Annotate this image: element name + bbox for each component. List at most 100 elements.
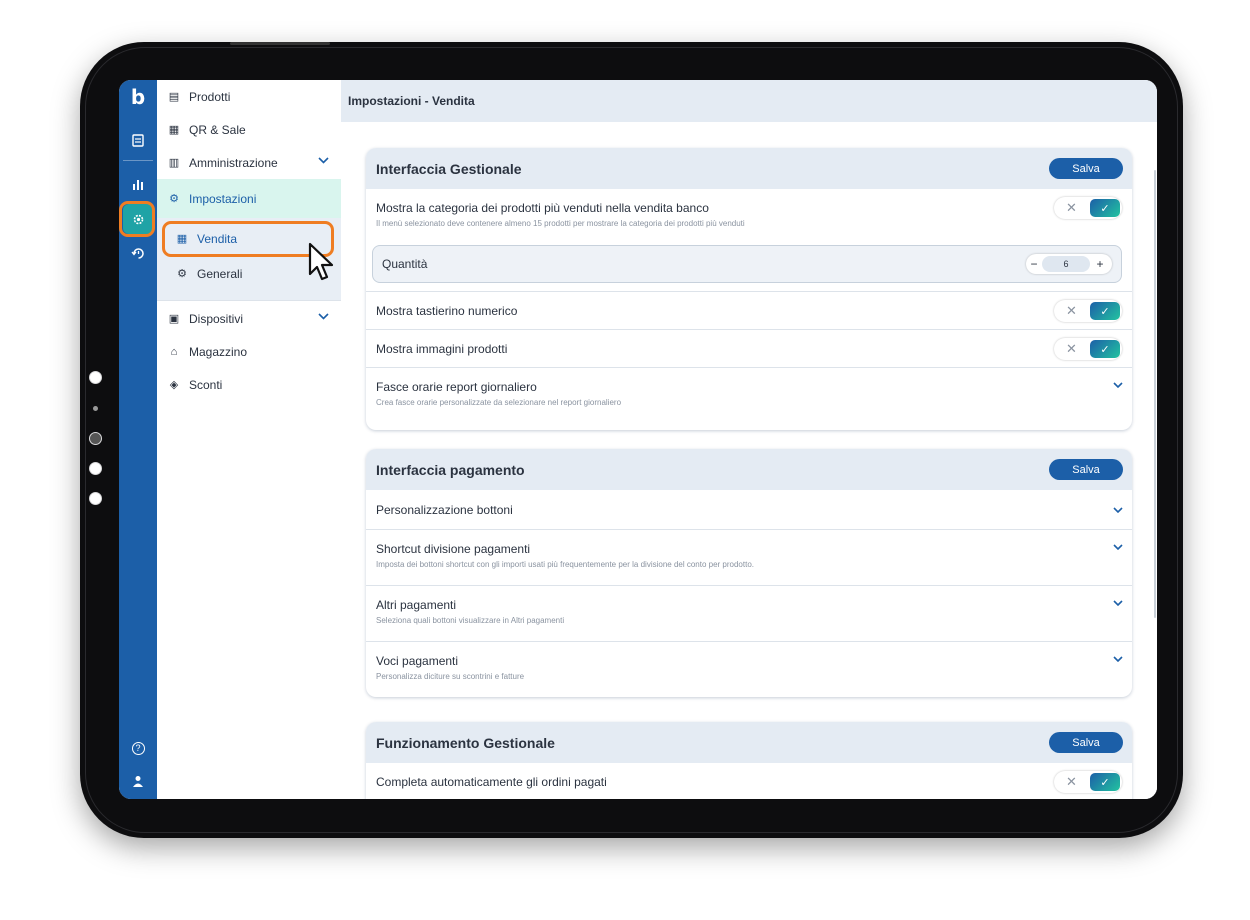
setting-title: Voci pagamenti — [376, 654, 459, 668]
side-navigation: ▤ Prodotti ▦ QR & Sale ▥ Amministrazione… — [157, 80, 341, 799]
toggle-switch[interactable]: ✕ ✓ — [1054, 300, 1122, 322]
save-button[interactable]: Salva — [1049, 732, 1123, 753]
card-title: Interfaccia pagamento — [376, 461, 525, 478]
decrement-button[interactable]: − — [1026, 257, 1042, 271]
quantity-field: Quantità − 6 + — [372, 245, 1122, 283]
nav-item-label: Impostazioni — [189, 191, 257, 206]
page-title: Impostazioni - Vendita — [348, 94, 475, 108]
save-button[interactable]: Salva — [1049, 158, 1123, 179]
nav-item-magazzino[interactable]: ⌂ Magazzino — [157, 335, 341, 368]
setting-title: Personalizzazione bottoni — [376, 503, 513, 517]
nav-item-impostazioni[interactable]: ⚙ Impostazioni — [157, 179, 341, 218]
setting-title: Mostra immagini prodotti — [376, 342, 508, 356]
setting-row-categoria: Mostra la categoria dei prodotti più ven… — [366, 189, 1132, 283]
quantity-value[interactable]: 6 — [1042, 256, 1090, 272]
qr-code-icon: ▦ — [168, 124, 180, 136]
card-header: Funzionamento Gestionale Salva — [366, 722, 1132, 763]
scrollbar[interactable] — [1154, 170, 1156, 618]
chevron-down-icon[interactable] — [1113, 598, 1123, 609]
nav-item-dispositivi[interactable]: ▣ Dispositivi — [157, 302, 341, 335]
page-header: Impostazioni - Vendita — [341, 80, 1157, 122]
toggle-switch[interactable]: ✕ ✓ — [1054, 197, 1122, 219]
settings-content: Interfaccia Gestionale Salva Mostra la c… — [341, 122, 1157, 799]
help-icon[interactable]: ? — [123, 733, 153, 763]
check-icon: ✓ — [1090, 199, 1120, 217]
bar-chart-icon[interactable] — [123, 169, 153, 199]
side-dot — [89, 462, 102, 475]
nav-item-label: Prodotti — [189, 89, 231, 104]
card-title: Interfaccia Gestionale — [376, 160, 522, 177]
close-icon: ✕ — [1066, 774, 1077, 789]
chevron-down-icon[interactable] — [1113, 542, 1123, 553]
subnav-item-label: Generali — [197, 266, 243, 281]
mouse-pointer-icon — [308, 242, 334, 281]
close-icon: ✕ — [1066, 303, 1077, 318]
side-dot — [89, 371, 102, 384]
setting-row-completa-ordini: Completa automaticamente gli ordini paga… — [366, 763, 1132, 799]
setting-row-fasce-orarie[interactable]: Fasce orarie report giornaliero Crea fas… — [366, 367, 1132, 425]
user-icon[interactable] — [123, 766, 153, 796]
receipt-icon-glyph — [132, 133, 144, 147]
main-panel: Impostazioni - Vendita Interfaccia Gesti… — [341, 80, 1157, 799]
setting-description: Personalizza diciture su scontrini e fat… — [376, 672, 525, 681]
rail-divider — [123, 160, 153, 161]
setting-row-shortcut[interactable]: Shortcut divisione pagamenti Imposta dei… — [366, 529, 1132, 585]
chevron-down-icon[interactable] — [1113, 505, 1123, 516]
check-icon: ✓ — [1090, 773, 1120, 791]
history-icon[interactable] — [123, 238, 153, 268]
increment-button[interactable]: + — [1090, 257, 1110, 271]
setting-title: Completa automaticamente gli ordini paga… — [376, 775, 607, 789]
setting-description: Crea fasce orarie personalizzate da sele… — [376, 398, 622, 407]
quantity-stepper[interactable]: − 6 + — [1026, 254, 1112, 274]
side-dot — [89, 492, 102, 505]
card-interfaccia-pagamento: Interfaccia pagamento Salva Personalizza… — [366, 449, 1132, 697]
card-header: Interfaccia pagamento Salva — [366, 449, 1132, 490]
setting-description: Il menù selezionato deve contenere almen… — [376, 219, 745, 228]
card-header: Interfaccia Gestionale Salva — [366, 148, 1132, 189]
receipt-icon[interactable] — [123, 125, 153, 155]
toggle-switch[interactable]: ✕ ✓ — [1054, 771, 1122, 793]
nav-item-label: Dispositivi — [189, 311, 244, 326]
bar-chart-icon-glyph — [132, 180, 143, 190]
nav-item-label: Magazzino — [189, 344, 248, 359]
check-icon: ✓ — [1090, 302, 1120, 320]
check-icon: ✓ — [1090, 340, 1120, 358]
setting-row-bottoni[interactable]: Personalizzazione bottoni — [366, 490, 1132, 529]
nav-item-sconti[interactable]: ◈ Sconti — [157, 368, 341, 401]
nav-item-amministrazione[interactable]: ▥ Amministrazione — [157, 146, 341, 179]
close-icon: ✕ — [1066, 341, 1077, 356]
setting-title: Mostra tastierino numerico — [376, 304, 518, 318]
chevron-down-icon[interactable] — [1113, 380, 1123, 391]
nav-item-prodotti[interactable]: ▤ Prodotti — [157, 80, 341, 113]
user-icon-glyph — [133, 776, 143, 787]
devices-icon: ▣ — [168, 313, 180, 325]
setting-title: Mostra la categoria dei prodotti più ven… — [376, 201, 709, 215]
menu-book-icon: ▤ — [168, 91, 180, 103]
setting-row-voci-pagamenti[interactable]: Voci pagamenti Personalizza diciture su … — [366, 641, 1132, 697]
side-dot — [89, 432, 102, 445]
settings-highlight-outline — [119, 201, 155, 237]
card-interfaccia-gestionale: Interfaccia Gestionale Salva Mostra la c… — [366, 148, 1132, 430]
nav-item-label: Amministrazione — [189, 155, 278, 170]
save-button[interactable]: Salva — [1049, 459, 1123, 480]
setting-title: Altri pagamenti — [376, 598, 457, 612]
nav-item-qr-sale[interactable]: ▦ QR & Sale — [157, 113, 341, 146]
setting-row-altri-pagamenti[interactable]: Altri pagamenti Seleziona quali bottoni … — [366, 585, 1132, 641]
toggle-switch[interactable]: ✕ ✓ — [1054, 338, 1122, 360]
chevron-down-icon — [318, 155, 329, 167]
gear-icon: ⚙ — [177, 268, 187, 280]
settings-box-icon: ⚙ — [169, 193, 179, 205]
nav-item-label: QR & Sale — [189, 122, 246, 137]
app-screen: b ? ▤ Prodotti ▦ QR & Sale ▥ Amministraz… — [119, 80, 1157, 799]
tag-icon: ◈ — [169, 379, 179, 391]
chevron-down-icon — [318, 311, 329, 323]
chevron-down-icon[interactable] — [1113, 654, 1123, 665]
history-icon-glyph — [131, 247, 144, 259]
warehouse-icon: ⌂ — [170, 345, 178, 358]
setting-description: Seleziona quali bottoni visualizzare in … — [376, 616, 565, 625]
setting-row-immagini: Mostra immagini prodotti ✕ ✓ — [366, 329, 1132, 367]
tablet-top-button — [230, 42, 330, 45]
logo-mark: b — [130, 85, 146, 109]
app-logo[interactable]: b — [123, 82, 153, 112]
setting-title: Shortcut divisione pagamenti — [376, 542, 531, 556]
